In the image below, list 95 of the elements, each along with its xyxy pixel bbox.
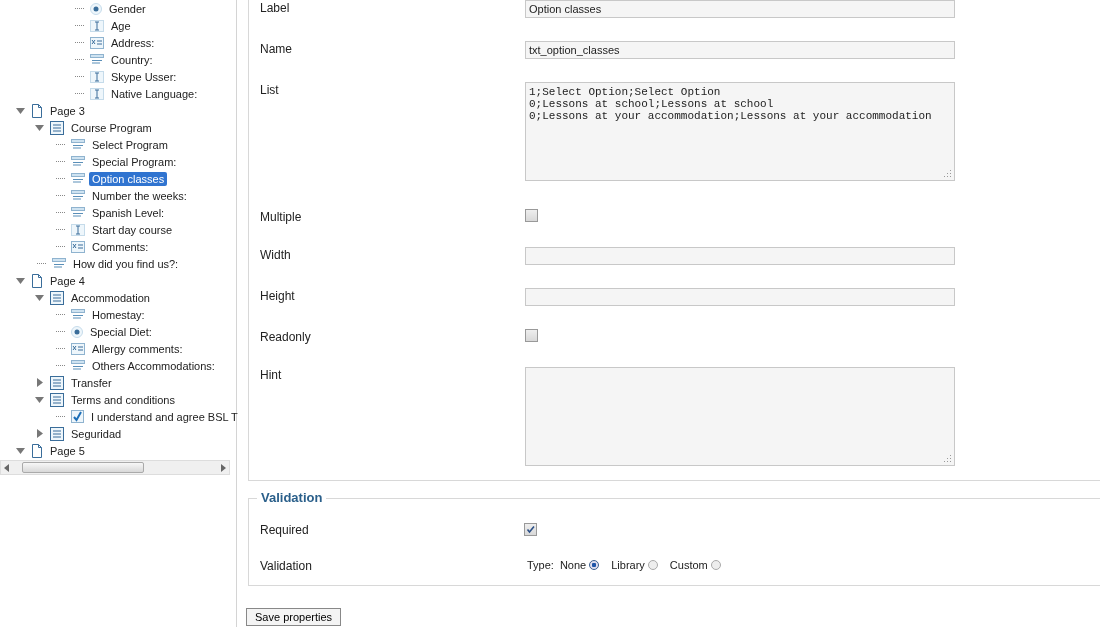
save-button[interactable]: Save properties <box>246 608 342 626</box>
tree-item[interactable]: Spanish Level: <box>89 205 168 220</box>
list-icon <box>50 392 64 407</box>
tree-item[interactable]: Page 3 <box>47 103 88 118</box>
list-icon <box>50 290 64 305</box>
tree-item[interactable]: Others Accommodations: <box>89 358 218 373</box>
tree-item[interactable]: How did you find us?: <box>70 256 182 271</box>
caret-down-icon[interactable] <box>35 395 44 404</box>
caret-down-icon[interactable] <box>16 446 25 455</box>
lines-icon <box>71 308 85 321</box>
tree-item[interactable]: Skype Usser: <box>108 69 180 84</box>
document-icon <box>31 443 43 458</box>
tree-item[interactable]: Special Program: <box>89 154 180 169</box>
caret-down-icon[interactable] <box>16 106 25 115</box>
tree-item[interactable]: Select Program <box>89 137 171 152</box>
tree-item[interactable]: Gender <box>106 1 149 16</box>
lines-icon <box>71 138 85 151</box>
tree-item[interactable]: Comments: <box>89 239 152 254</box>
tree-item[interactable]: Transfer <box>68 375 115 390</box>
resize-grip-icon[interactable] <box>943 454 952 463</box>
radio-label: Library <box>611 559 645 571</box>
radio-button[interactable] <box>710 560 721 570</box>
resize-grip-icon[interactable] <box>943 169 952 178</box>
scroll-left-icon[interactable] <box>4 463 10 472</box>
text-area-icon <box>90 36 104 49</box>
field-label: List <box>259 82 280 97</box>
tree-item[interactable]: Age <box>108 18 134 33</box>
text-cursor-icon <box>90 19 104 32</box>
tree-item[interactable]: Address: <box>108 35 158 50</box>
tree-item[interactable]: Course Program <box>68 120 155 135</box>
type-label: Type: <box>527 559 554 571</box>
text-area[interactable]: 1;Select Option;Select Option 0;Lessons at school;Lessons at school 0;Lessons at your accommodation;Lessons at your accommodation <box>525 82 955 181</box>
tree-item[interactable]: Start day course <box>89 222 176 237</box>
list-icon <box>50 375 64 390</box>
radio-label: None <box>559 559 587 571</box>
document-icon <box>31 103 43 118</box>
field-label: Width <box>259 247 292 262</box>
lines-icon <box>52 257 66 270</box>
field-label: Multiple <box>259 209 303 224</box>
lines-icon <box>90 53 104 66</box>
tree-item[interactable]: Accommodation <box>68 290 153 305</box>
tree-item[interactable]: Country: <box>108 52 156 67</box>
field-label: Name <box>259 41 293 56</box>
lines-icon <box>71 206 85 219</box>
field-label: Hint <box>259 367 283 382</box>
checkbox[interactable] <box>525 209 538 222</box>
scroll-right-icon[interactable] <box>220 463 226 472</box>
tree-item[interactable]: Number the weeks: <box>89 188 190 203</box>
scrollbar-thumb[interactable] <box>22 462 144 473</box>
field-label: Label <box>259 0 291 15</box>
field-label: Readonly <box>259 329 312 344</box>
field-label: Required <box>259 521 310 537</box>
tree-item[interactable]: Option classes <box>89 171 168 186</box>
text-cursor-icon <box>71 223 85 236</box>
caret-right-icon[interactable] <box>35 429 44 438</box>
tree-item[interactable]: Page 4 <box>47 273 88 288</box>
tree-item[interactable]: Allergy comments: <box>89 341 186 356</box>
lines-icon <box>71 172 85 185</box>
caret-right-icon[interactable] <box>35 378 44 387</box>
checkbox[interactable] <box>525 329 538 342</box>
radio-icon <box>90 2 102 15</box>
checkbox-icon <box>71 410 84 423</box>
text-field[interactable]: Option classes <box>525 0 955 18</box>
text-field[interactable]: txt_option_classes <box>525 41 955 59</box>
checkbox[interactable] <box>524 522 537 536</box>
text-area-icon <box>71 240 85 253</box>
tree-item[interactable]: Native Language: <box>108 86 201 101</box>
text-field[interactable] <box>525 288 955 306</box>
tree-item[interactable]: Special Diet: <box>87 324 155 339</box>
text-cursor-icon <box>90 87 104 100</box>
radio-button[interactable] <box>647 560 658 570</box>
text-cursor-icon <box>90 70 104 83</box>
group-title: Validation <box>257 490 327 505</box>
caret-down-icon[interactable] <box>35 293 44 302</box>
field-label: Height <box>259 288 296 303</box>
radio-label: Custom <box>669 559 708 571</box>
document-icon <box>31 273 43 288</box>
text-field[interactable] <box>525 247 955 265</box>
caret-down-icon[interactable] <box>16 276 25 285</box>
horizontal-scrollbar[interactable] <box>0 460 230 475</box>
caret-down-icon[interactable] <box>35 123 44 132</box>
radio-icon <box>71 325 83 338</box>
lines-icon <box>71 155 85 168</box>
tree-item[interactable]: I understand and agree BSL T <box>88 409 241 424</box>
list-icon <box>50 426 64 441</box>
list-icon <box>50 120 64 135</box>
lines-icon <box>71 189 85 202</box>
field-label: Validation <box>259 557 313 573</box>
radio-button[interactable] <box>589 560 600 570</box>
lines-icon <box>71 359 85 372</box>
tree-item[interactable]: Page 5 <box>47 443 88 458</box>
tree-item[interactable]: Terms and conditions <box>68 392 178 407</box>
tree-item[interactable]: Seguridad <box>68 426 125 441</box>
text-area-icon <box>71 342 85 355</box>
tree-item[interactable]: Homestay: <box>89 307 148 322</box>
